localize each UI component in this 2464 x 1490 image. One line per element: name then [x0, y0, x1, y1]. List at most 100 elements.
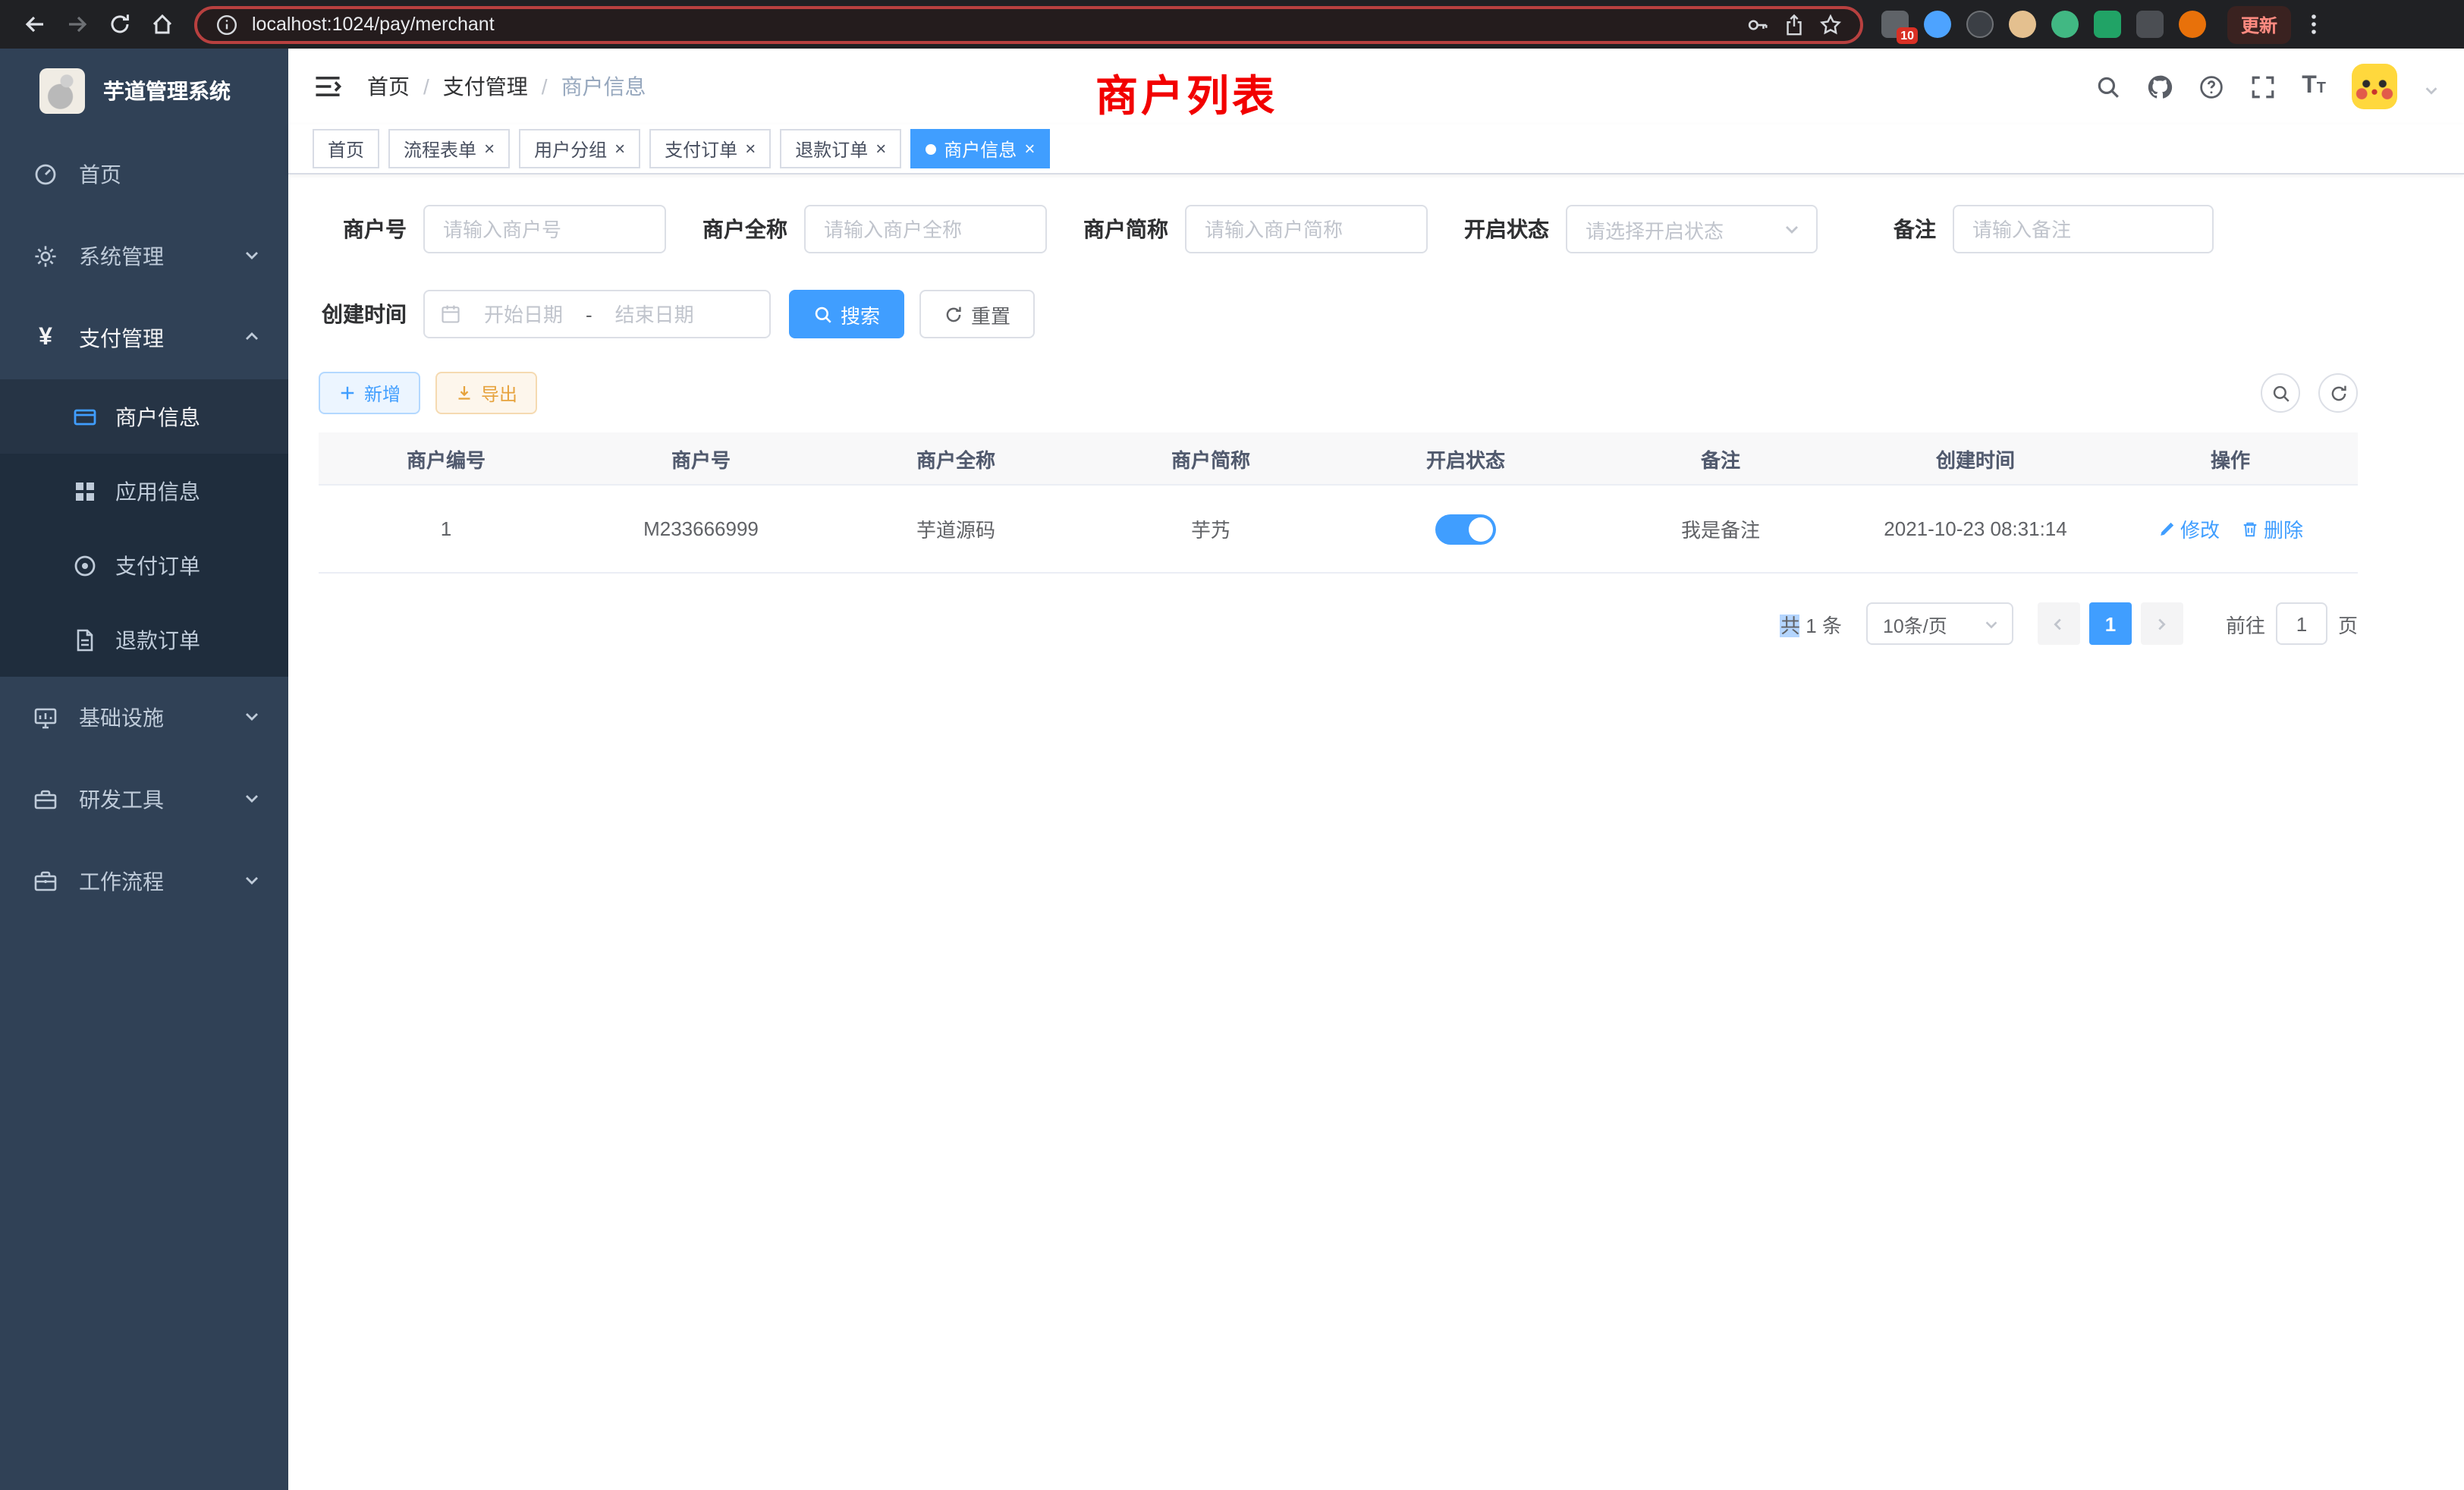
sidebar-item-label: 工作流程	[79, 866, 164, 897]
button-label: 重置	[971, 300, 1010, 328]
column-header: 开启状态	[1338, 444, 1593, 473]
filter-row-1: 商户号 商户全称 商户简称 开启状态 请选择开启状态	[319, 205, 2358, 253]
export-button[interactable]: 导出	[435, 372, 537, 414]
status-select[interactable]: 请选择开启状态	[1566, 205, 1818, 253]
merchant-no-input[interactable]	[423, 205, 666, 253]
url-text[interactable]: localhost:1024/pay/merchant	[252, 14, 495, 35]
briefcase-icon	[33, 869, 58, 894]
short-name-input[interactable]	[1185, 205, 1428, 253]
full-name-input[interactable]	[804, 205, 1047, 253]
status-toggle[interactable]	[1435, 514, 1496, 544]
sidebar-item-refund-order[interactable]: 退款订单	[0, 602, 288, 677]
url-bar[interactable]: localhost:1024/pay/merchant	[194, 5, 1863, 43]
delete-button[interactable]: 删除	[2241, 514, 2303, 543]
reload-icon[interactable]	[100, 5, 140, 44]
sidebar-item-merchant-info[interactable]: 商户信息	[0, 379, 288, 454]
extension-avatar-icon[interactable]	[2009, 11, 2036, 38]
extension-dark-icon[interactable]	[1966, 11, 1994, 38]
prev-page-button[interactable]	[2038, 602, 2080, 645]
reset-button[interactable]: 重置	[919, 290, 1035, 338]
bookmark-star-icon[interactable]	[1819, 13, 1842, 36]
tab-refund-order[interactable]: 退款订单 ×	[780, 129, 901, 168]
close-icon[interactable]: ×	[745, 140, 756, 158]
breadcrumb-home[interactable]: 首页	[367, 71, 410, 102]
filter-status: 开启状态 请选择开启状态	[1461, 205, 1818, 253]
extension-puzzle-icon[interactable]: 10	[1881, 11, 1909, 38]
password-key-icon[interactable]	[1746, 13, 1769, 36]
sidebar-item-system[interactable]: 系统管理	[0, 215, 288, 297]
tab-pay-order[interactable]: 支付订单 ×	[649, 129, 771, 168]
close-icon[interactable]: ×	[614, 140, 625, 158]
github-icon[interactable]	[2147, 74, 2173, 99]
extension-vue-icon[interactable]	[2051, 11, 2079, 38]
breadcrumb: 首页 / 支付管理 / 商户信息	[367, 71, 646, 102]
show-search-button[interactable]	[2261, 373, 2300, 413]
sidebar-item-home[interactable]: 首页	[0, 134, 288, 215]
forward-icon[interactable]	[58, 5, 97, 44]
page-info-icon[interactable]	[215, 13, 238, 36]
close-icon[interactable]: ×	[484, 140, 495, 158]
tab-label: 支付订单	[665, 136, 737, 162]
edit-button[interactable]: 修改	[2158, 514, 2220, 543]
fullscreen-icon[interactable]	[2250, 74, 2276, 99]
breadcrumb-payment[interactable]: 支付管理	[443, 71, 528, 102]
payment-submenu: 商户信息 应用信息 支付订单 退款订单	[0, 379, 288, 677]
avatar-caret-icon[interactable]	[2423, 79, 2440, 106]
browser-menu-icon[interactable]	[2294, 5, 2334, 44]
end-date-input[interactable]	[602, 303, 708, 325]
gear-icon	[33, 244, 58, 269]
sidebar-item-payment[interactable]: ¥ 支付管理	[0, 297, 288, 379]
chevron-left-icon	[2051, 615, 2067, 632]
sidebar-item-app-info[interactable]: 应用信息	[0, 454, 288, 528]
filter-merchant-no: 商户号	[319, 205, 666, 253]
sidebar-item-label: 退款订单	[115, 624, 200, 655]
back-icon[interactable]	[15, 5, 55, 44]
close-icon[interactable]: ×	[1024, 140, 1035, 158]
tab-user-group[interactable]: 用户分组 ×	[519, 129, 640, 168]
extension-notes-icon[interactable]	[2094, 11, 2121, 38]
home-icon[interactable]	[143, 5, 182, 44]
chevron-down-icon	[243, 787, 261, 812]
pagination: 共 1 条 10条/页 1 前往 页	[319, 602, 2358, 645]
extension-pin-icon[interactable]	[2136, 11, 2164, 38]
sidebar-item-dev-tools[interactable]: 研发工具	[0, 759, 288, 841]
tab-process-form[interactable]: 流程表单 ×	[388, 129, 510, 168]
refresh-table-button[interactable]	[2318, 373, 2358, 413]
cell-remark: 我是备注	[1593, 514, 1848, 543]
next-page-button[interactable]	[2141, 602, 2183, 645]
font-size-icon[interactable]: TT	[2302, 73, 2326, 100]
share-icon[interactable]	[1783, 13, 1806, 36]
page-size-select[interactable]: 10条/页	[1866, 602, 2013, 645]
sidebar-item-infrastructure[interactable]: 基础设施	[0, 677, 288, 759]
total-number: 1	[1806, 614, 1816, 637]
filter-row-2: 创建时间 - 搜索 重置	[319, 290, 2358, 338]
merchant-table: 商户编号 商户号 商户全称 商户简称 开启状态 备注 创建时间 操作 1 M23…	[319, 432, 2358, 574]
search-button[interactable]: 搜索	[789, 290, 904, 338]
sidebar-item-workflow[interactable]: 工作流程	[0, 841, 288, 923]
close-icon[interactable]: ×	[875, 140, 886, 158]
extension-drop-icon[interactable]	[1924, 11, 1951, 38]
search-icon[interactable]	[2095, 74, 2121, 99]
page-number-button[interactable]: 1	[2089, 602, 2132, 645]
add-button[interactable]: 新增	[319, 372, 420, 414]
help-icon[interactable]	[2198, 74, 2224, 99]
goto-page-input[interactable]	[2276, 602, 2327, 645]
remark-input[interactable]	[1953, 205, 2214, 253]
start-date-input[interactable]	[470, 303, 577, 325]
date-range-picker[interactable]: -	[423, 290, 771, 338]
profile-avatar-icon[interactable]	[2179, 11, 2206, 38]
user-avatar[interactable]	[2352, 64, 2397, 109]
edit-pencil-icon	[2158, 520, 2176, 538]
tab-home[interactable]: 首页	[313, 129, 379, 168]
tab-merchant-info[interactable]: 商户信息 ×	[910, 129, 1050, 168]
total-suffix: 条	[1822, 614, 1842, 637]
hamburger-icon[interactable]	[313, 71, 343, 102]
logo[interactable]: 芋道管理系统	[0, 49, 288, 134]
sidebar-item-pay-order[interactable]: 支付订单	[0, 528, 288, 602]
select-placeholder: 请选择开启状态	[1586, 215, 1783, 244]
field-label: 开启状态	[1461, 214, 1549, 244]
chevron-down-icon	[243, 706, 261, 730]
browser-update-button[interactable]: 更新	[2227, 5, 2291, 43]
column-header: 操作	[2103, 444, 2358, 473]
chevron-down-icon	[1783, 220, 1801, 238]
